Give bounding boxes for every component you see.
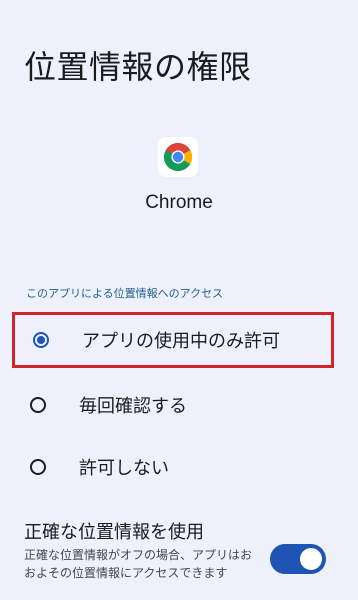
page-title: 位置情報の権限 [24,48,252,86]
radio-selected[interactable] [33,332,49,348]
chrome-icon [164,143,192,171]
section-label: このアプリによる位置情報へのアクセス [26,287,224,300]
option-while-using-app[interactable]: アプリの使用中のみ許可 [12,312,334,368]
option-label: 毎回確認する [79,396,187,417]
precise-location-title: 正確な位置情報を使用 [24,522,204,543]
radio-unselected[interactable] [30,397,46,413]
toggle-thumb [300,548,322,570]
app-name: Chrome [145,192,213,213]
precise-location-description: 正確な位置情報がオフの場合、アプリはおおよその位置情報にアクセスできます [24,548,253,580]
app-icon [158,137,198,177]
precise-location-toggle[interactable] [270,544,326,574]
option-dont-allow[interactable]: 許可しない [12,439,334,495]
option-ask-every-time[interactable]: 毎回確認する [12,377,334,433]
option-label: アプリの使用中のみ許可 [82,331,280,352]
option-label: 許可しない [79,458,169,479]
radio-unselected[interactable] [30,459,46,475]
